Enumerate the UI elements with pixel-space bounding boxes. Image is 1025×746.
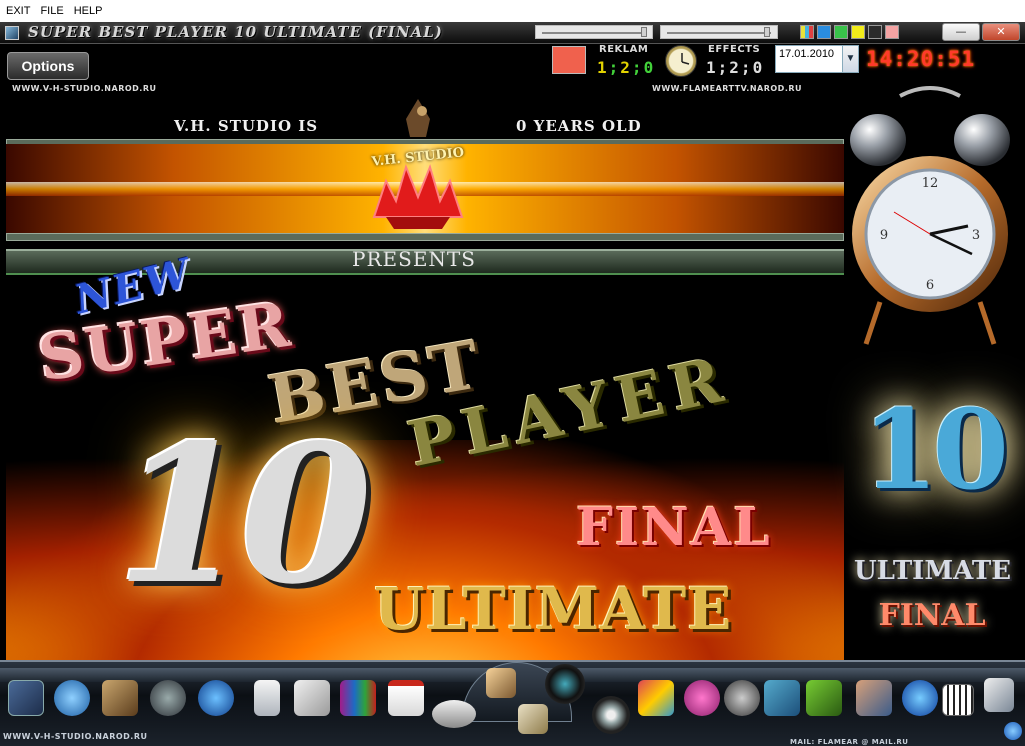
- svg-text:12: 12: [922, 176, 939, 191]
- color-swatch-black[interactable]: [868, 25, 882, 39]
- color-swatch-blue[interactable]: [817, 25, 831, 39]
- itunes-icon[interactable]: [54, 680, 90, 716]
- piano-icon[interactable]: [942, 684, 974, 716]
- internet-explorer-icon[interactable]: [198, 680, 234, 716]
- side-ultimate: ULTIMATE: [854, 556, 1012, 586]
- studio-logo: V.H. STUDIO: [366, 97, 470, 233]
- refresh-icon[interactable]: [1004, 722, 1022, 740]
- volume-slider-track: [542, 32, 646, 34]
- title-super: SUPER: [34, 287, 297, 396]
- title-ten: 10: [116, 403, 372, 626]
- gamepad-icon[interactable]: [432, 700, 476, 728]
- mail-stack-icon[interactable]: [518, 704, 548, 734]
- date-value: 17.01.2010: [779, 48, 835, 60]
- studio-link[interactable]: WWW.V-H-STUDIO.NAROD.RU: [12, 84, 156, 93]
- paint-icon[interactable]: [638, 680, 674, 716]
- users-icon[interactable]: [856, 680, 892, 716]
- color-swatch-multi[interactable]: [800, 25, 814, 39]
- strip-frame-bottom: [6, 233, 844, 241]
- title-final: FINAL: [576, 497, 772, 558]
- reklam-counter-sep1: ;: [608, 58, 621, 77]
- studio-line: V.H. STUDIO IS: [174, 117, 319, 135]
- chevron-down-icon[interactable]: ▼: [842, 46, 858, 72]
- webcam-icon[interactable]: [724, 680, 760, 716]
- documents-icon[interactable]: [984, 678, 1014, 712]
- media-player-icon[interactable]: [8, 680, 44, 716]
- years-line: 0 YEARS OLD: [516, 117, 642, 135]
- mini-clock-icon[interactable]: [665, 45, 697, 77]
- svg-text:9: 9: [880, 228, 888, 243]
- effects-counter-sep1: ;: [717, 58, 730, 77]
- minimize-button[interactable]: —: [942, 23, 980, 41]
- winrar-icon[interactable]: [340, 680, 376, 716]
- svg-text:3: 3: [972, 228, 980, 243]
- menu-help[interactable]: HELP: [69, 5, 108, 17]
- reklam-label: REKLAM: [599, 44, 649, 55]
- effects-counter-b: 2: [729, 58, 741, 77]
- settings-icon[interactable]: [764, 680, 800, 716]
- reklam-counter-a: 1: [597, 58, 609, 77]
- volume-slider[interactable]: [535, 25, 653, 39]
- ipod-icon[interactable]: [254, 680, 280, 716]
- title-ultimate: ULTIMATE: [374, 575, 733, 643]
- effects-counter: 1;2;0: [706, 58, 764, 77]
- color-swatch-yellow[interactable]: [851, 25, 865, 39]
- date-picker[interactable]: 17.01.2010 ▼: [775, 45, 859, 73]
- menu-file[interactable]: FILE: [35, 5, 68, 17]
- effects-counter-a: 1: [706, 58, 718, 77]
- game-icon[interactable]: [806, 680, 842, 716]
- alarm-clock-icon[interactable]: 12 3 6 9: [850, 82, 1010, 352]
- close-button[interactable]: ✕: [982, 23, 1020, 41]
- effects-counter-c: 0: [752, 58, 765, 77]
- photos-icon[interactable]: [486, 668, 516, 698]
- svg-text:6: 6: [926, 278, 934, 293]
- dvd-icon[interactable]: [592, 696, 630, 734]
- mail-icon[interactable]: [294, 680, 330, 716]
- side-final: FINAL: [878, 598, 986, 633]
- reklam-counter-c: 0: [643, 58, 656, 77]
- balance-slider[interactable]: [660, 25, 778, 39]
- presents-text: PRESENTS: [352, 247, 476, 271]
- status-link[interactable]: WWW.V-H-STUDIO.NAROD.RU: [3, 732, 147, 741]
- photo-viewer-icon[interactable]: [102, 680, 138, 716]
- flash-icon[interactable]: [150, 680, 186, 716]
- flameart-link[interactable]: WWW.FLAMEARTTV.NAROD.RU: [652, 84, 802, 93]
- splash-banner: V.H. STUDIO IS 0 YEARS OLD V.H. STUDIO P…: [6, 97, 844, 660]
- menu-bar: EXIT FILE HELP: [0, 0, 1025, 22]
- menu-exit[interactable]: EXIT: [0, 5, 35, 17]
- color-swatch-pink[interactable]: [885, 25, 899, 39]
- pdf-icon[interactable]: [388, 680, 424, 716]
- side-ten: 10: [862, 385, 1009, 514]
- reklam-counter: 1;2;0: [597, 58, 655, 77]
- reklam-counter-sep2: ;: [631, 58, 644, 77]
- status-mail: MAIL: FLAMEAR @ MAIL.RU: [790, 738, 909, 746]
- volume-slider-thumb[interactable]: [641, 27, 647, 37]
- effects-counter-sep2: ;: [740, 58, 753, 77]
- side-panel: 12 3 6 9 10 ULTIMATE FINAL: [844, 78, 1016, 660]
- balance-slider-thumb[interactable]: [764, 27, 770, 37]
- globe-icon[interactable]: [902, 680, 938, 716]
- reklam-counter-b: 2: [620, 58, 632, 77]
- color-swatches: [800, 25, 899, 39]
- effects-label: EFFECTS: [708, 44, 761, 55]
- reklam-button[interactable]: [552, 46, 586, 74]
- digital-clock: 14:20:51: [866, 47, 976, 71]
- chat-icon[interactable]: [684, 680, 720, 716]
- color-swatch-green[interactable]: [834, 25, 848, 39]
- balance-slider-track: [667, 32, 771, 34]
- app-icon: [5, 26, 19, 40]
- camera-icon[interactable]: [545, 664, 585, 704]
- options-button[interactable]: Options: [7, 52, 89, 80]
- window-title: SUPER BEST PLAYER 10 ULTIMATE (FINAL): [28, 23, 443, 41]
